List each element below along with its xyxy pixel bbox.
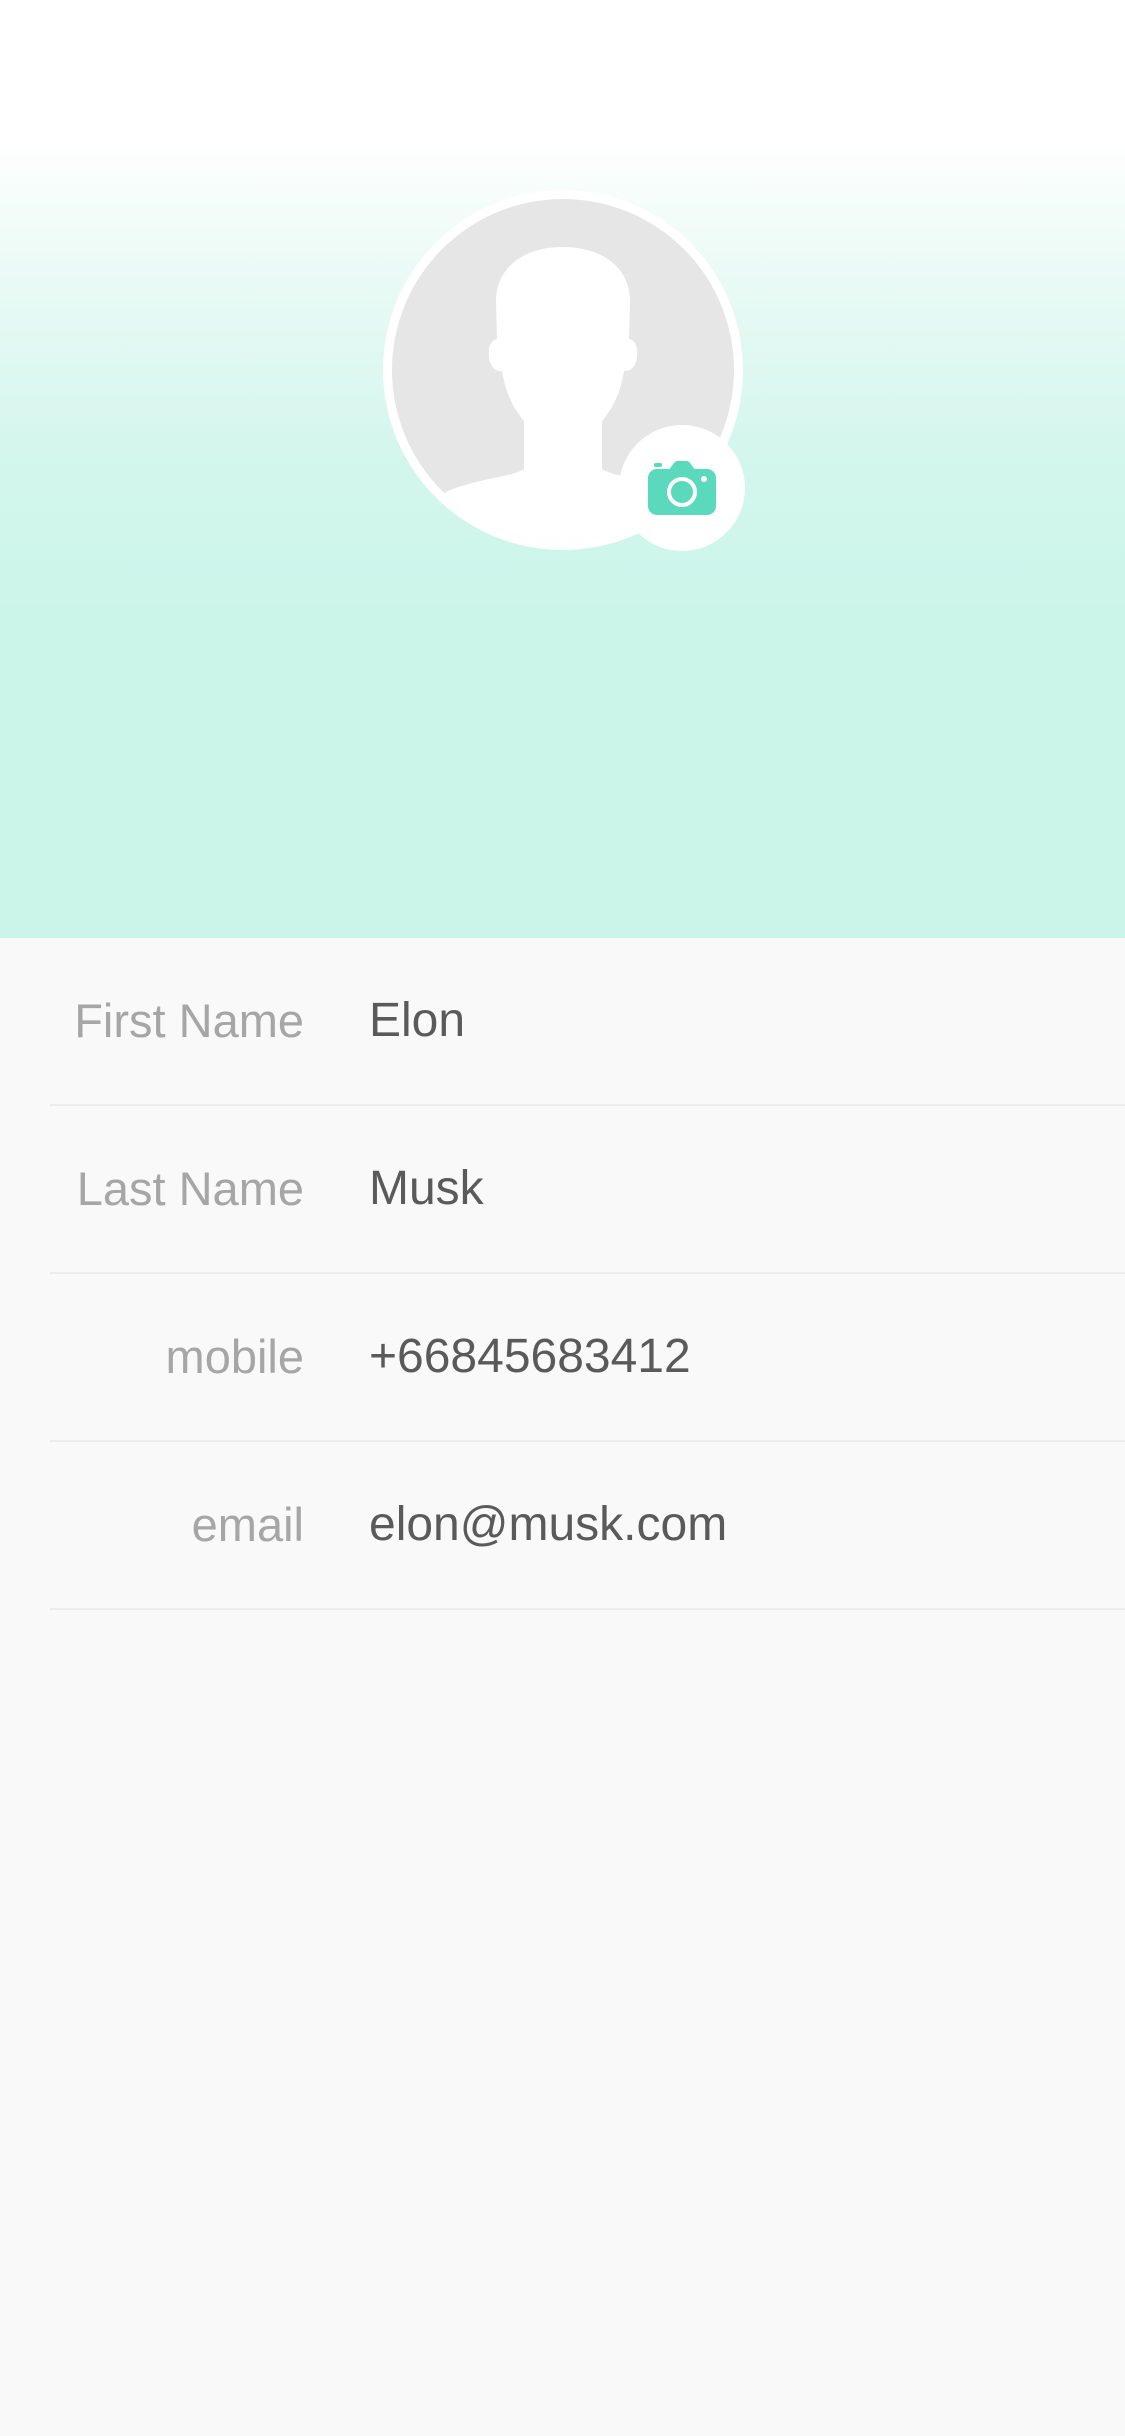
change-photo-button[interactable] [619,425,745,551]
last-name-label: Last Name [76,1162,304,1215]
profile-header [0,0,1125,938]
first-name-field[interactable] [369,938,1089,1104]
mobile-row: mobile [0,1274,1125,1442]
mobile-label: mobile [165,1330,304,1383]
profile-form: First Name Last Name mobile email [0,938,1125,1610]
email-field[interactable] [369,1442,1089,1608]
first-name-label: First Name [74,994,304,1047]
last-name-row: Last Name [0,1106,1125,1274]
mobile-field[interactable] [369,1274,1089,1440]
divider [50,1608,1125,1610]
email-row: email [0,1442,1125,1610]
first-name-row: First Name [0,938,1125,1106]
email-label: email [191,1498,304,1551]
camera-icon [648,461,716,515]
last-name-field[interactable] [369,1106,1089,1272]
